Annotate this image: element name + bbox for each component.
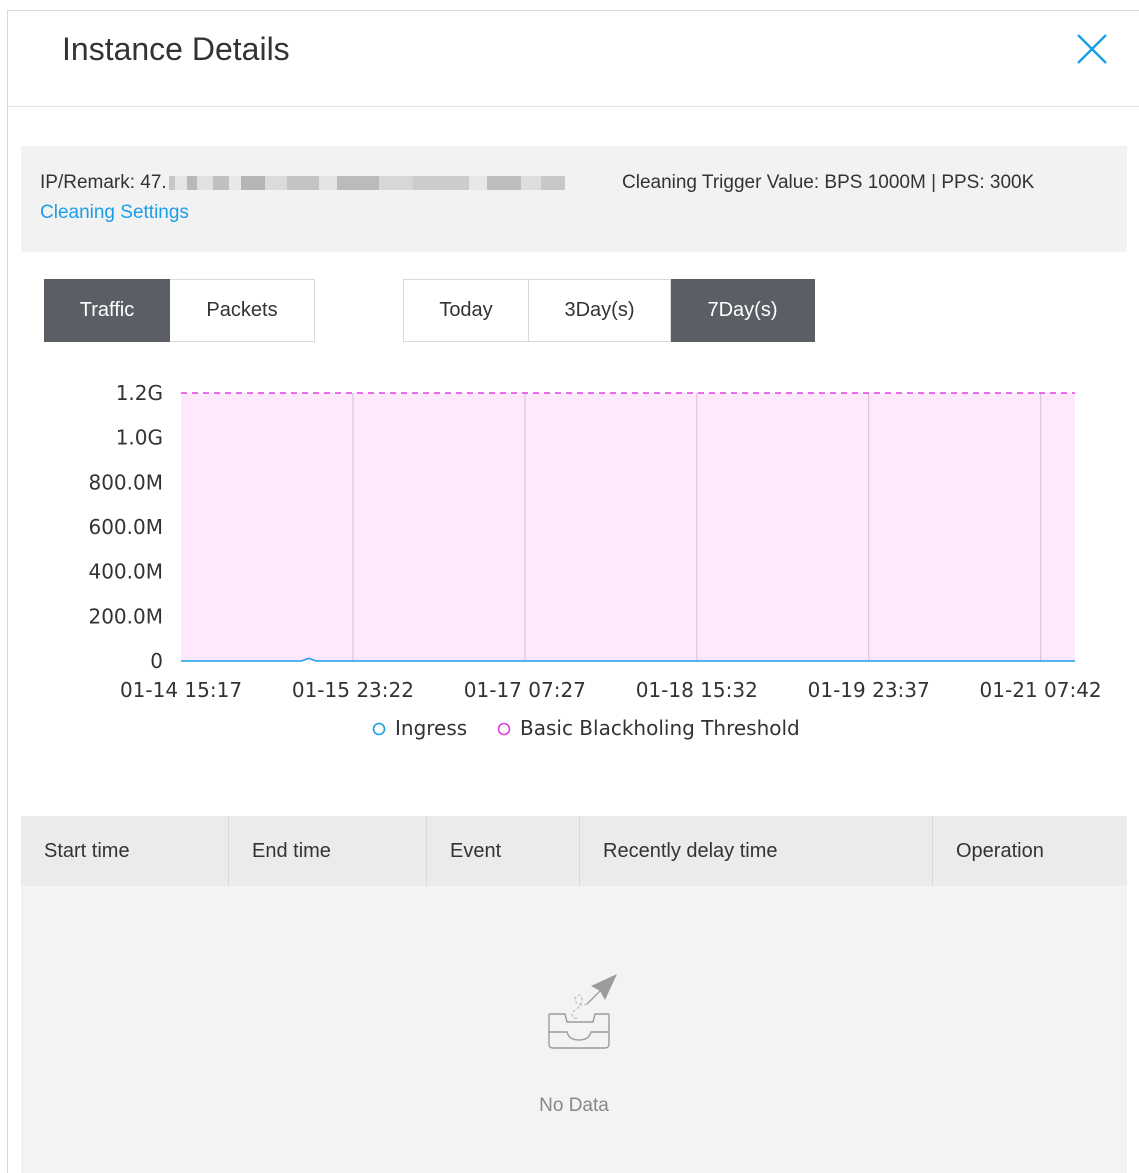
legend-ingress-label: Ingress [395,716,467,740]
y-tick-label: 1.2G [116,381,163,405]
x-tick-label: 01-14 15:17 [120,678,242,702]
x-tick-label: 01-17 07:27 [464,678,586,702]
events-table-header: Start time End time Event Recently delay… [21,816,1127,886]
y-tick-label: 800.0M [88,470,163,494]
x-tick-label: 01-18 15:32 [636,678,758,702]
y-tick-label: 1.0G [116,426,163,450]
time-range-toggle: Today 3Day(s) 7Day(s) [403,279,815,342]
y-tick-label: 400.0M [88,560,163,584]
ip-remark: IP/Remark: 47. [40,172,565,194]
3days-button[interactable]: 3Day(s) [529,279,671,342]
legend-threshold-marker [497,722,511,736]
y-tick-label: 200.0M [88,604,163,628]
ip-remark-label: IP/Remark: 47. [40,172,167,193]
column-end-time[interactable]: End time [229,816,427,886]
traffic-chart: 0 200.0M 400.0M 600.0M 800.0M 1.0G 1.2G 01-14 1… [88,381,1102,740]
cleaning-settings-link[interactable]: Cleaning Settings [40,202,189,224]
legend-ingress-marker [372,722,386,736]
close-icon[interactable] [1074,31,1110,67]
column-start-time[interactable]: Start time [21,816,229,886]
column-event[interactable]: Event [427,816,580,886]
column-operation[interactable]: Operation [933,816,1127,886]
empty-state-text: No Data [539,1095,609,1116]
events-table-body: No Data [21,886,1127,1173]
instance-details-dialog: Instance Details IP/Remark: 47. Cleaning… [7,10,1139,1173]
x-tick-label: 01-15 23:22 [292,678,414,702]
instance-info: IP/Remark: 47. Cleaning Trigger Value: B… [21,146,1127,252]
cleaning-trigger-value: Cleaning Trigger Value: BPS 1000M | PPS:… [622,172,1035,193]
today-button[interactable]: Today [403,279,529,342]
y-tick-label: 600.0M [88,515,163,539]
packets-button[interactable]: Packets [170,279,315,342]
dialog-title: Instance Details [62,31,290,67]
metric-type-toggle: Traffic Packets [44,279,315,342]
legend-threshold-label: Basic Blackholing Threshold [520,716,800,740]
7days-button[interactable]: 7Day(s) [671,279,815,342]
column-recently-delay-time[interactable]: Recently delay time [580,816,933,886]
x-tick-label: 01-19 23:37 [808,678,930,702]
empty-box-icon [548,974,617,1049]
threshold-area [181,393,1075,661]
y-tick-label: 0 [150,649,163,673]
dialog-header: Instance Details [8,11,1139,107]
x-tick-label: 01-21 07:42 [980,678,1102,702]
redacted-ip [168,176,565,190]
traffic-button[interactable]: Traffic [44,279,170,342]
